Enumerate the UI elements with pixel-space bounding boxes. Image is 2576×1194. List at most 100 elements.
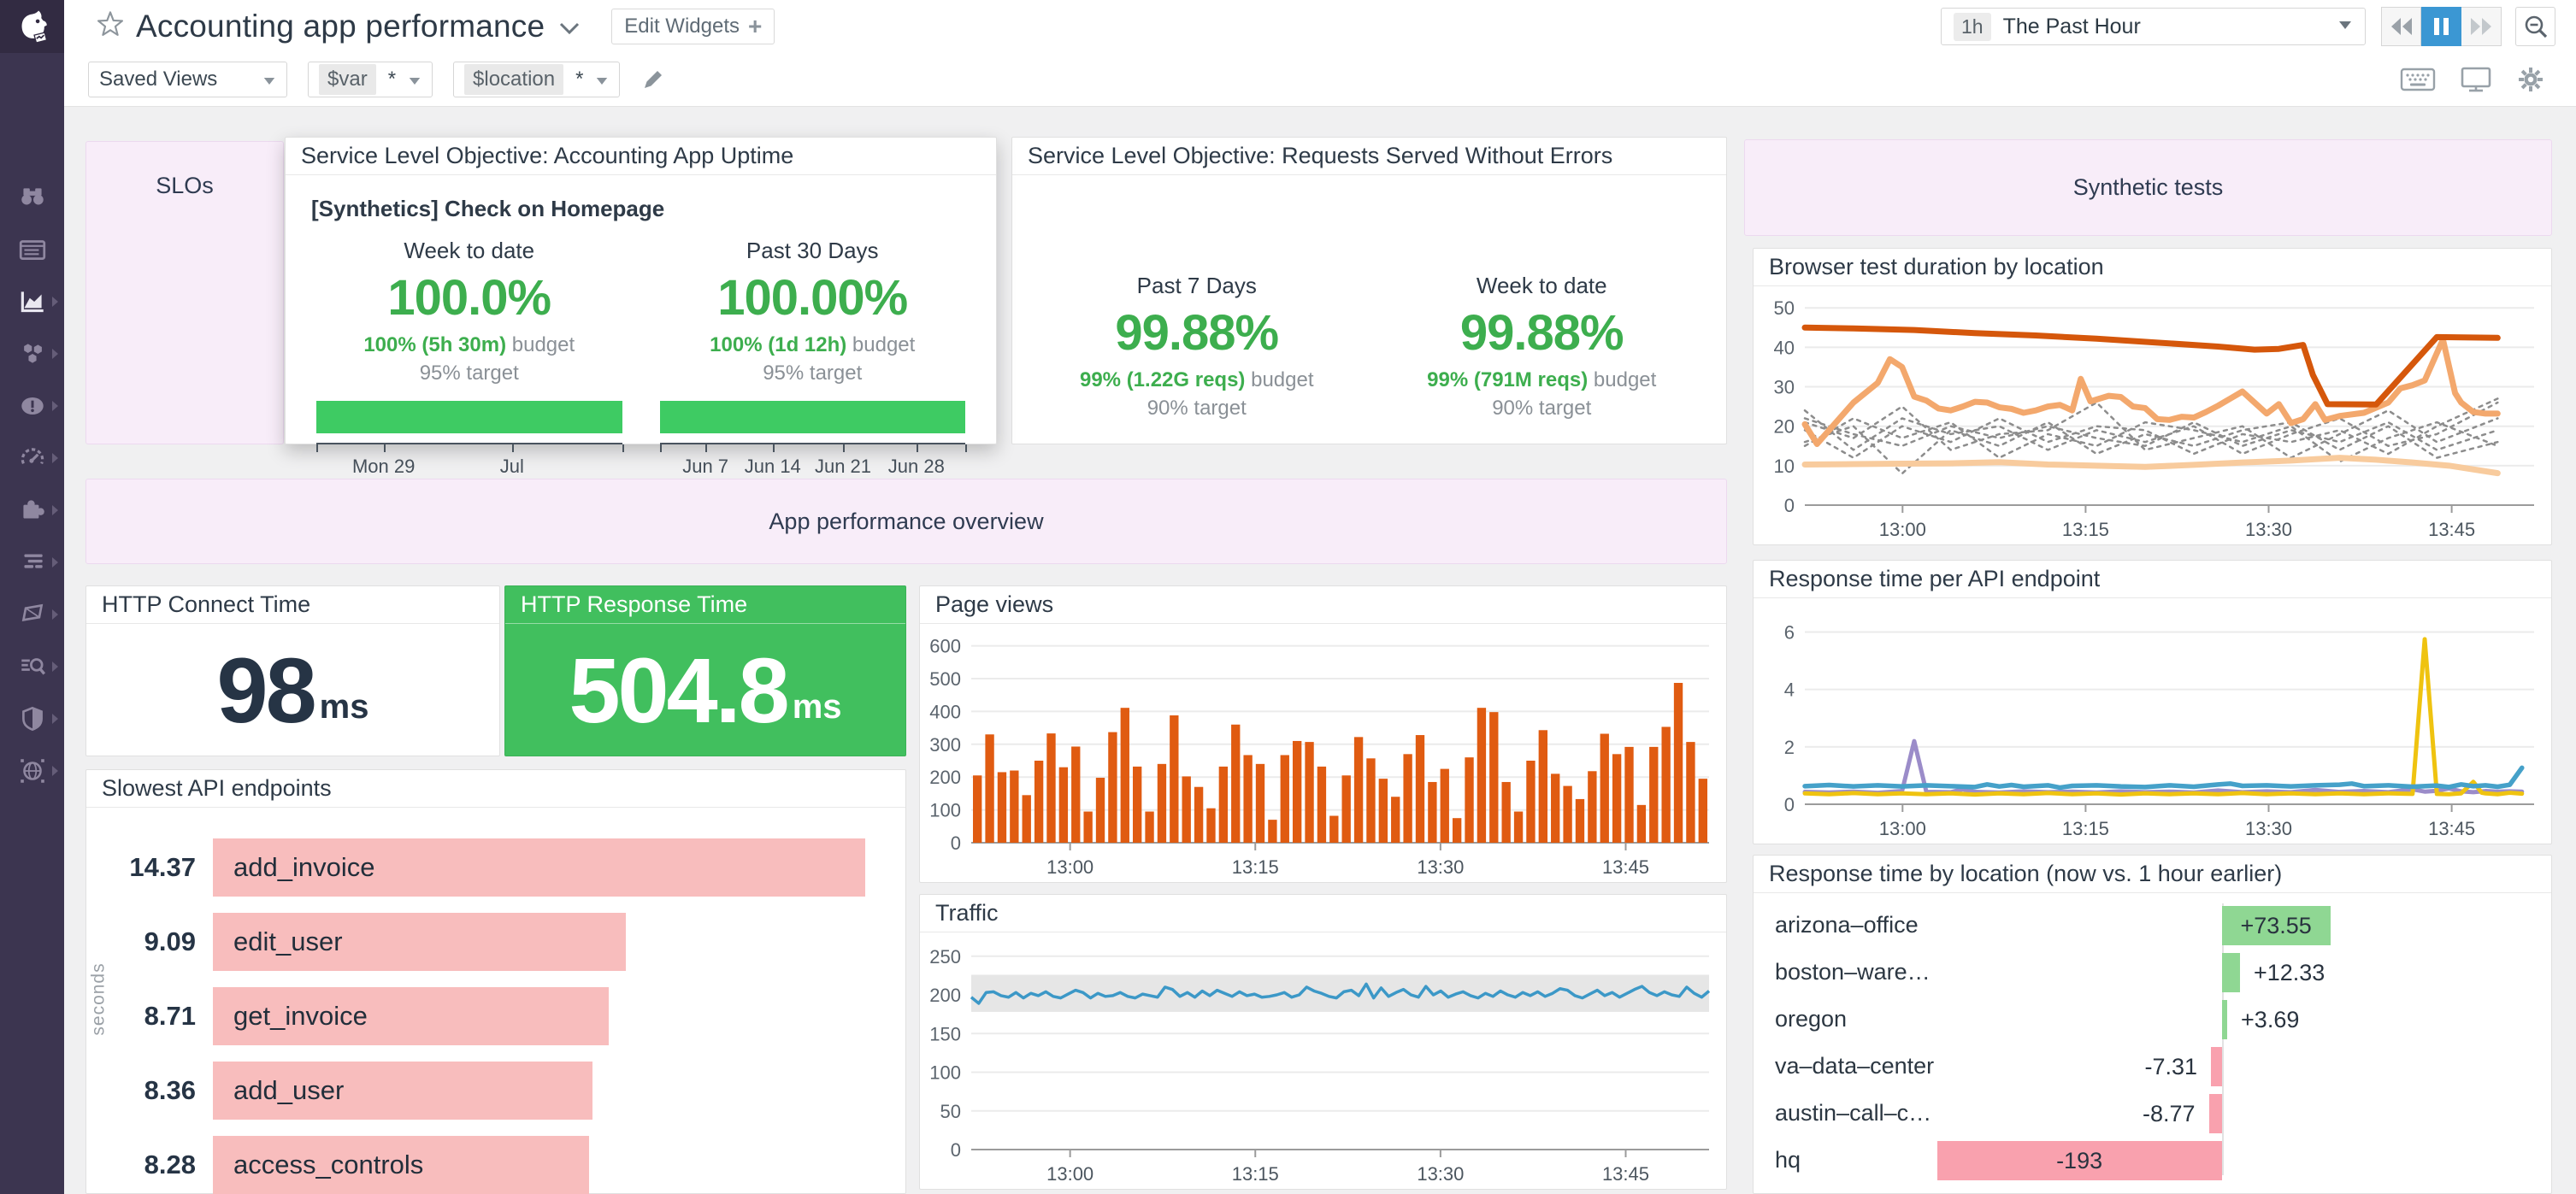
change-bar [2222,1000,2227,1039]
time-pause-button[interactable] [2421,7,2461,46]
slo-budget: 99% (1.22G reqs) budget [1043,368,1351,392]
slo-value: 100.0% [316,269,622,326]
sidebar-item-integrations[interactable] [0,484,64,536]
svg-text:200: 200 [929,985,961,1006]
change-bar [2209,1094,2222,1133]
response-time-by-location-widget[interactable]: Response time by location (now vs. 1 hou… [1753,855,2552,1194]
slos-note-text: SLOs [156,173,214,199]
change-value: +73.55 [2222,906,2331,945]
page-views-widget[interactable]: Page views 010020030040050060013:0013:15… [919,585,1727,883]
endpoint-value: 8.28 [100,1150,213,1180]
saved-views-select[interactable]: Saved Views [88,62,287,97]
slowest-api-endpoints-widget[interactable]: Slowest API endpoints seconds 14.37 add_… [85,769,906,1194]
slo-column-past-30-days: Past 30 Days 100.00% 100% (1d 12h) budge… [641,222,985,477]
svg-text:13:15: 13:15 [2062,519,2109,540]
sidebar-item-dashboards[interactable] [0,223,64,275]
sidebar-item-logs[interactable] [0,536,64,588]
y-axis-label: seconds [89,962,109,1035]
http-response-time-widget[interactable]: HTTP Response Time 504.8 ms [504,585,906,756]
sidebar-item-monitors[interactable] [0,379,64,432]
chevron-right-icon [52,401,58,411]
puzzle-icon [17,495,48,526]
location-row: austin–call–c… -8.77 [1754,1090,2551,1137]
time-backward-button[interactable] [2381,7,2421,46]
page-views-bar-chart[interactable]: 010020030040050060013:0013:1513:3013:45 [920,624,1726,882]
endpoint-value: 8.36 [100,1075,213,1106]
template-location-select[interactable]: $location * [453,62,620,97]
browser-test-duration-widget[interactable]: Browser test duration by location 010203… [1753,248,2552,545]
svg-text:13:00: 13:00 [1879,519,1926,540]
template-var-select[interactable]: $var * [308,62,433,97]
chevron-right-icon [52,505,58,515]
favorite-star-icon[interactable] [97,11,124,43]
magnifier-minus-icon [2523,14,2549,39]
slo-target: 95% target [660,362,966,385]
svg-text:600: 600 [929,636,961,657]
slo-uptime-widget[interactable]: Service Level Objective: Accounting App … [285,137,997,444]
sidebar-item-log-explorer[interactable] [0,640,64,692]
api-response-line-chart[interactable]: 024613:0013:1513:3013:45 [1754,598,2551,844]
time-forward-button[interactable] [2461,7,2502,46]
widget-title: Response time by location (now vs. 1 hou… [1754,856,2551,893]
svg-text:300: 300 [929,734,961,756]
sidebar-item-synthetics[interactable] [0,744,64,797]
sidebar [0,0,64,1194]
traffic-widget[interactable]: Traffic 05010015020025013:0013:1513:3013… [919,894,1727,1190]
edit-widgets-button[interactable]: Edit Widgets + [611,9,775,44]
datadog-logo[interactable] [0,0,64,53]
chevron-right-icon [52,714,58,724]
gear-icon [2516,65,2545,94]
slo-target: 95% target [316,362,622,385]
sidebar-item-metrics[interactable] [0,275,64,327]
hexagons-icon [17,338,48,369]
endpoint-value: 14.37 [100,852,213,883]
endpoint-row: 8.71 get_invoice [100,979,885,1053]
http-connect-time-widget[interactable]: HTTP Connect Time 98 ms [85,585,500,756]
svg-text:50: 50 [1774,297,1795,319]
change-bar: +73.55 [2222,906,2331,945]
edit-variables-pencil-button[interactable] [640,67,666,92]
svg-text:10: 10 [1774,456,1795,477]
slo-axis: Jun 7Jun 14Jun 21Jun 28 [660,443,966,477]
slo-errors-widget[interactable]: Service Level Objective: Requests Served… [1011,137,1727,444]
svg-text:13:30: 13:30 [2245,519,2292,540]
traffic-line-chart[interactable]: 05010015020025013:0013:1513:3013:45 [920,932,1726,1189]
slo-budget: 99% (791M reqs) budget [1388,368,1696,392]
chevron-right-icon [52,662,58,672]
slo-target: 90% target [1388,397,1696,421]
saved-views-label: Saved Views [99,68,217,91]
binoculars-icon [17,182,48,213]
zoom-out-button[interactable] [2515,7,2555,46]
slos-note: SLOs [85,141,284,444]
pause-icon [2434,18,2449,35]
slo-budget: 100% (1d 12h) budget [660,333,966,357]
sidebar-item-notebooks[interactable] [0,588,64,640]
api-endpoint-response-widget[interactable]: Response time per API endpoint 024613:00… [1753,560,2552,844]
svg-text:0: 0 [951,832,961,854]
sidebar-item-infrastructure[interactable] [0,327,64,379]
title-chevron-down-icon[interactable] [558,21,581,39]
sidebar-item-security[interactable] [0,692,64,744]
var-name-chip: $var [319,64,376,95]
slo-budget: 100% (5h 30m) budget [316,333,622,357]
svg-text:13:30: 13:30 [1417,856,1464,878]
endpoint-bar: edit_user [213,913,626,971]
svg-text:13:45: 13:45 [1602,856,1649,878]
sidebar-item-watchdog[interactable] [0,171,64,223]
sidebar-item-apm[interactable] [0,432,64,484]
svg-text:6: 6 [1784,622,1795,644]
slo-period-label: Past 30 Days [660,238,966,264]
keyboard-shortcuts-button[interactable] [2400,67,2436,92]
location-row: oregon +3.69 [1754,996,2551,1043]
gauge-icon [17,443,48,473]
svg-text:4: 4 [1784,679,1795,701]
tv-mode-button[interactable] [2460,66,2492,93]
time-range-label: The Past Hour [2003,15,2141,39]
browser-duration-line-chart[interactable]: 0102030405013:0013:1513:3013:45 [1754,286,2551,544]
endpoint-row: 8.36 add_user [100,1053,885,1127]
dashboard-settings-button[interactable] [2516,65,2545,94]
time-range-selector[interactable]: 1h The Past Hour [1941,8,2366,45]
svg-text:13:30: 13:30 [2245,818,2292,839]
endpoint-row: 14.37 add_invoice [100,830,885,904]
location-label: hq [1775,1137,1801,1184]
